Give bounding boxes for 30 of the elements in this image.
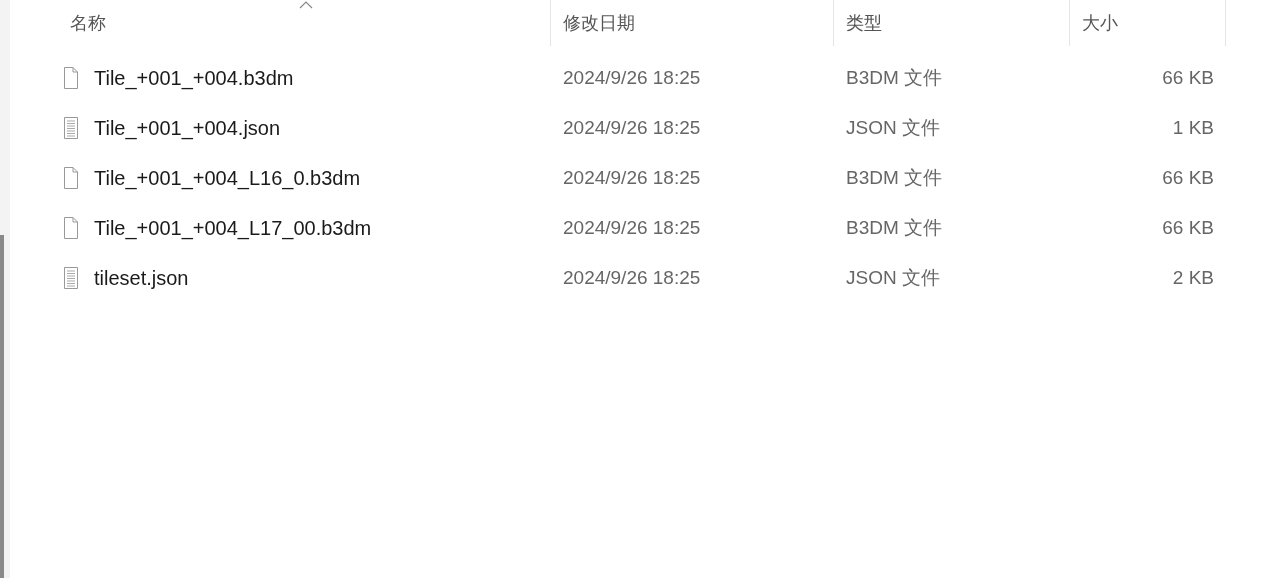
scrollbar[interactable] [0,235,4,578]
text-file-icon [62,117,80,139]
file-name[interactable]: Tile_+001_+004_L17_00.b3dm [94,213,372,243]
column-header[interactable]: 类型 [846,9,882,37]
text-file-icon [62,267,80,289]
column-header[interactable]: 修改日期 [563,9,635,37]
date-cell: 2024/9/26 18:25 [563,216,701,238]
file-icon [62,167,80,189]
size-cell: 1 KB [1172,116,1214,138]
date-cell: 2024/9/26 18:25 [563,66,701,88]
type-cell: JSON 文件 [846,266,940,288]
column-header[interactable]: 大小 [1082,9,1118,37]
size-cell: 2 KB [1172,266,1214,288]
date-cell: 2024/9/26 18:25 [563,116,701,138]
type-cell: B3DM 文件 [846,166,943,188]
size-cell: 66 KB [1162,166,1214,188]
type-cell: B3DM 文件 [846,66,943,88]
type-cell: B3DM 文件 [846,216,943,238]
file-icon [62,67,80,89]
file-name[interactable]: Tile_+001_+004.json [94,113,281,143]
file-icon [62,217,80,239]
type-cell: JSON 文件 [846,116,940,138]
file-name[interactable]: Tile_+001_+004_L16_0.b3dm [94,163,361,193]
date-cell: 2024/9/26 18:25 [563,166,701,188]
file-name[interactable]: Tile_+001_+004.b3dm [94,63,294,93]
file-name[interactable]: tileset.json [94,263,189,293]
column-header[interactable]: 名称 [70,9,106,37]
size-cell: 66 KB [1162,216,1214,238]
date-cell: 2024/9/26 18:25 [563,266,701,288]
size-cell: 66 KB [1162,66,1214,88]
